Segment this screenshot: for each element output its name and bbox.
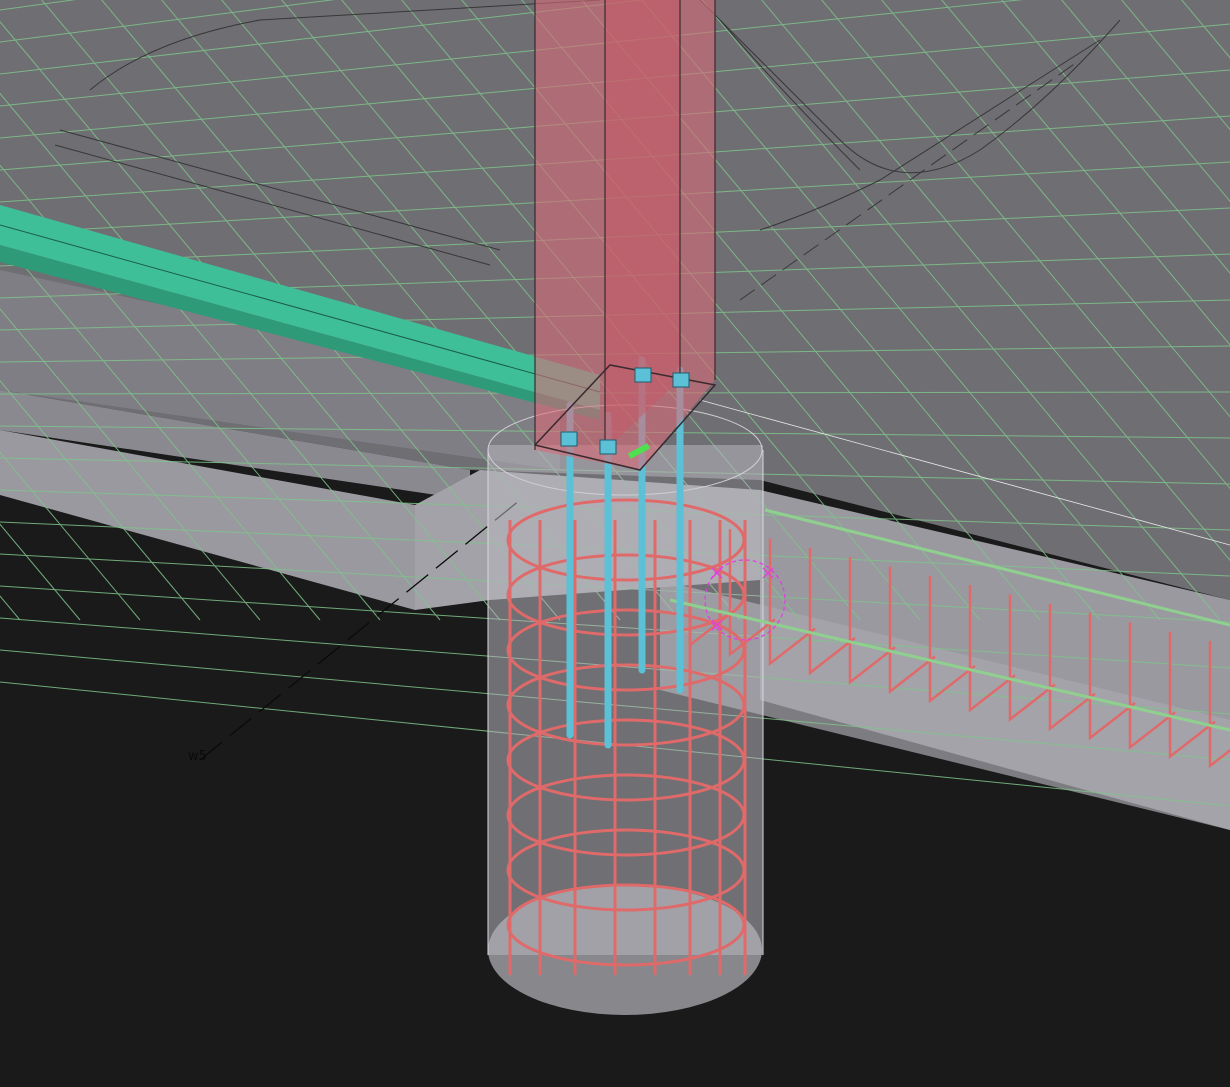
- grid-line-label[interactable]: w5: [188, 749, 207, 764]
- 3d-model-viewport[interactable]: w5: [0, 0, 1230, 1087]
- model-scene[interactable]: w5: [0, 0, 1230, 1087]
- concrete-pile[interactable]: [487, 404, 764, 1015]
- steel-column[interactable]: [533, 0, 717, 471]
